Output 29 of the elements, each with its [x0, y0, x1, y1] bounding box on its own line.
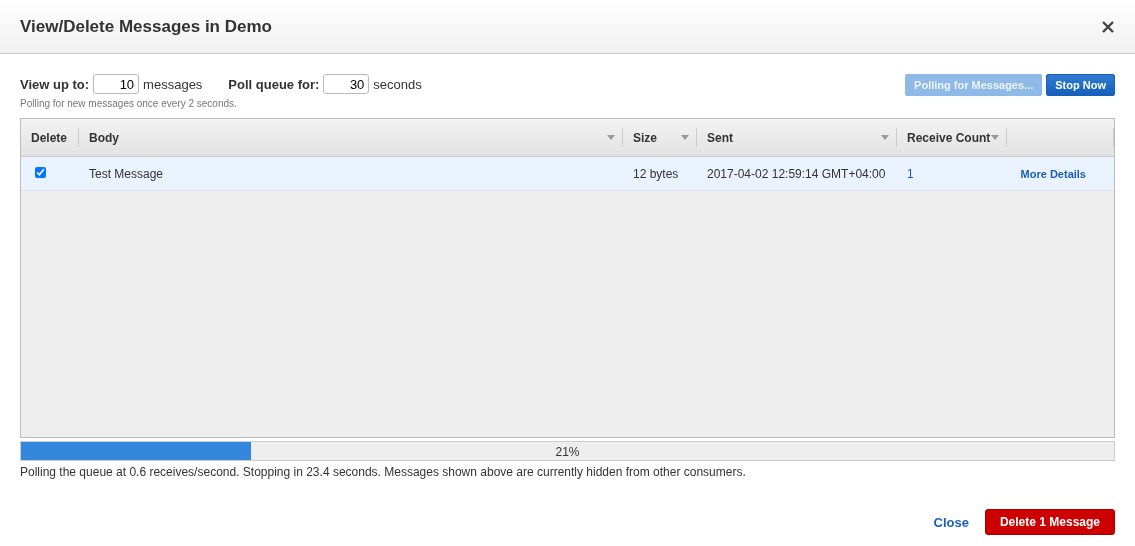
column-header[interactable]: Size	[623, 119, 697, 156]
input-field[interactable]: 10	[93, 74, 140, 94]
sort-caret-icon[interactable]	[991, 135, 999, 140]
close-link[interactable]: Close	[933, 514, 969, 530]
status-text: Polling the queue at 0.6 receives/second. Stopping in 23.4 seconds. Messages shown above are currently hidden from other consumers.	[20, 465, 747, 479]
delete-button[interactable]: Delete 1 Message	[984, 509, 1115, 535]
table-cell-text: 1	[906, 166, 915, 181]
column-header[interactable]: Sent	[697, 119, 897, 156]
table-cell-text: 2017-04-02 12:59:14 GMT+04:00	[706, 166, 887, 181]
column-header[interactable]: Receive Count	[897, 119, 1007, 156]
sort-caret-icon[interactable]	[607, 135, 615, 140]
window-title: View/Delete Messages in Demo	[20, 16, 272, 37]
more-details-link[interactable]: More Details	[1020, 167, 1086, 180]
stop-button[interactable]: Stop Now	[1046, 74, 1115, 96]
sort-caret-icon[interactable]	[681, 135, 689, 140]
unit-label: messages	[143, 76, 203, 92]
input-field[interactable]: 30	[323, 74, 370, 94]
column-header[interactable]: Body	[79, 119, 623, 156]
sort-caret-icon[interactable]	[881, 135, 889, 140]
unit-label: seconds	[373, 76, 422, 92]
table-cell-text: 12 bytes	[632, 166, 680, 181]
field-label: Poll queue for:	[228, 76, 320, 92]
close-icon[interactable]	[1101, 19, 1115, 34]
field-label: View up to:	[20, 76, 90, 92]
table-cell-text: Test Message	[88, 166, 165, 181]
hint-text: Polling for new messages once every 2 seconds.	[20, 98, 238, 109]
progress-label: 21%	[554, 445, 581, 459]
column-header[interactable]: Delete	[21, 119, 79, 156]
delete-checkbox[interactable]	[35, 166, 46, 178]
